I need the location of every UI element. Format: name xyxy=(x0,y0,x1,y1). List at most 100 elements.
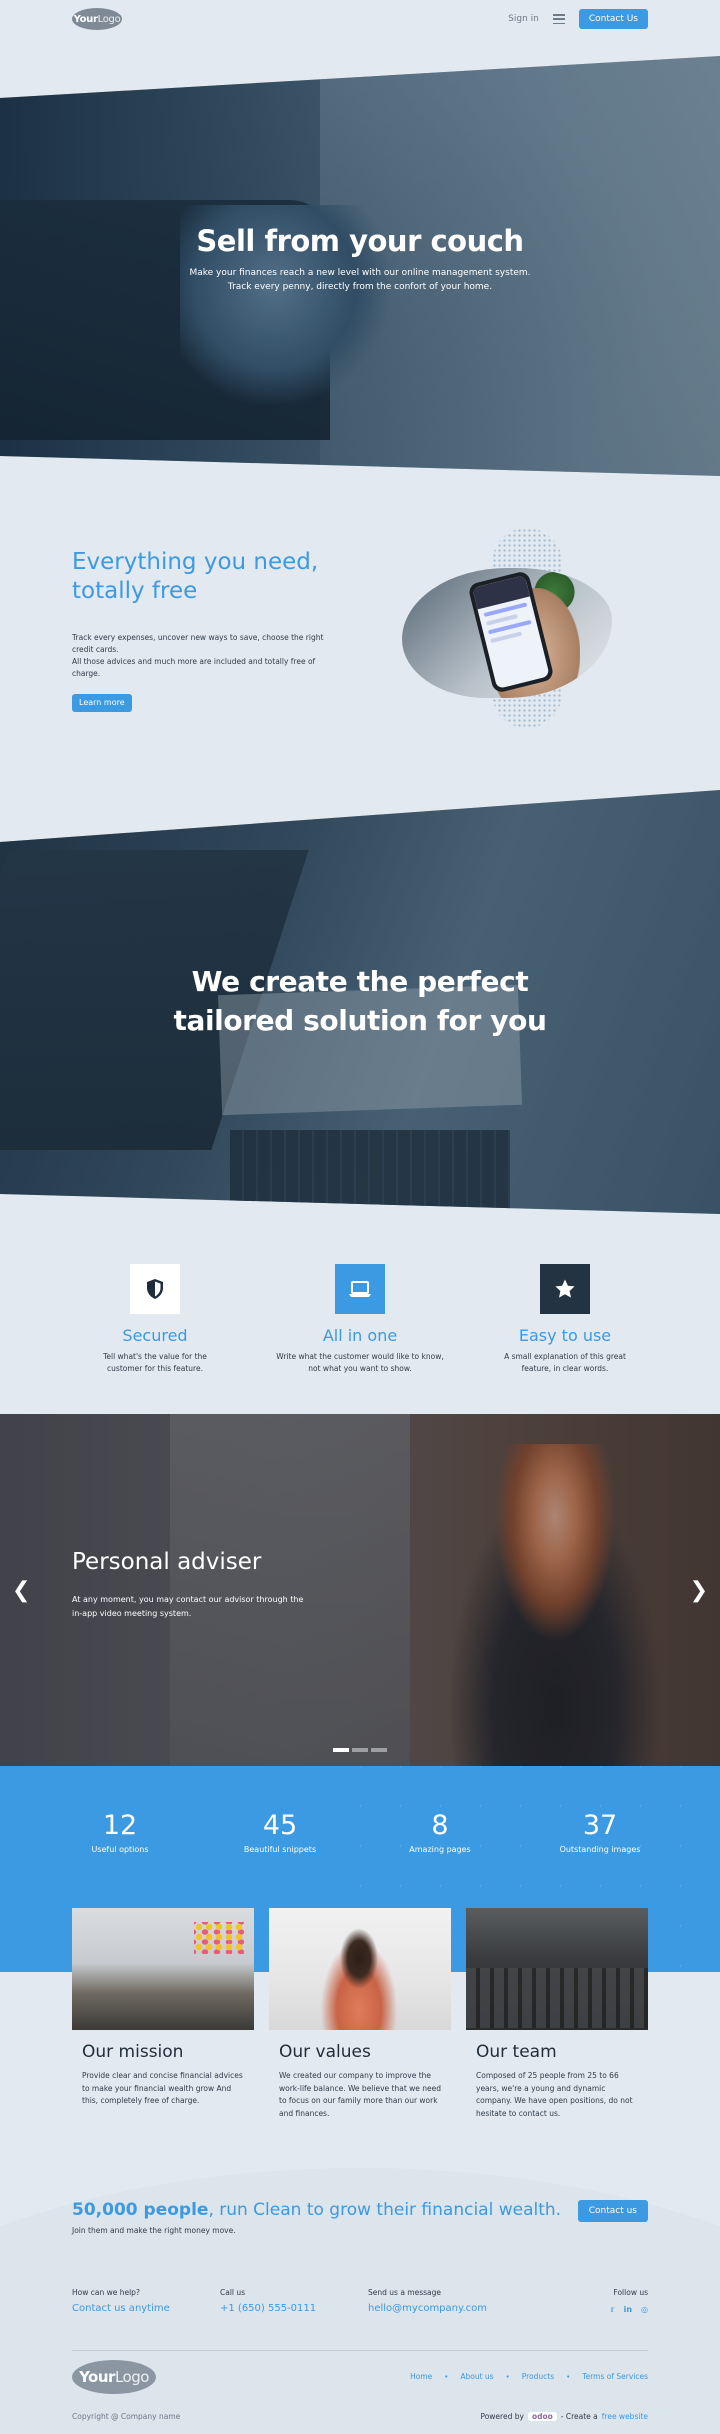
learn-more-button[interactable]: Learn more xyxy=(72,693,132,712)
email-link[interactable]: hello@mycompany.com xyxy=(368,2303,516,2314)
footer-link-terms[interactable]: Terms of Services xyxy=(582,2372,648,2381)
card-image xyxy=(72,1908,254,2030)
everything-body-line2: All those advices and much more are incl… xyxy=(72,657,316,678)
nav-separator: • xyxy=(566,2372,571,2381)
powered-by: Powered by odoo - Create a free website xyxy=(480,2412,648,2421)
follow-us: Follow us 𝕣 in ◎ xyxy=(610,2288,648,2314)
feature-desc-line2: feature, in clear words. xyxy=(521,1364,609,1373)
card-mission: Our mission Provide clear and concise fi… xyxy=(72,1908,254,2120)
hero-title: Sell from your couch xyxy=(196,224,524,258)
nav-separator: • xyxy=(444,2372,449,2381)
cta-contact-button[interactable]: Contact us xyxy=(577,2200,648,2222)
header-actions: Sign in Contact Us xyxy=(508,9,648,29)
phone-link[interactable]: +1 (650) 555-0111 xyxy=(220,2303,368,2314)
feature-desc-line2: not what you want to show. xyxy=(308,1364,412,1373)
footer-link-products[interactable]: Products xyxy=(522,2372,554,2381)
contact-label: Send us a message xyxy=(368,2288,442,2297)
card-team: Our team Composed of 25 people from 25 t… xyxy=(466,1908,648,2120)
stat-label: Beautiful snippets xyxy=(243,1845,317,1854)
logo-text-bold: Your xyxy=(73,13,98,25)
card-body: Our team Composed of 25 people from 25 t… xyxy=(466,2030,648,2120)
feature-secured: Secured Tell what's the value for the cu… xyxy=(60,1264,250,1375)
feature-desc-line2: customer for this feature. xyxy=(107,1364,203,1373)
feature-desc: A small explanation of this great featur… xyxy=(470,1351,660,1375)
card-title: Our team xyxy=(476,2042,557,2062)
cta-title: 50,000 people, run Clean to grow their f… xyxy=(72,2200,648,2220)
feature-title: Easy to use xyxy=(518,1326,612,1345)
stat-label: Useful options xyxy=(91,1845,149,1854)
nav-separator: • xyxy=(505,2372,510,2381)
contact-message: Send us a message hello@mycompany.com xyxy=(368,2288,516,2314)
carousel-next-icon[interactable]: ❯ xyxy=(690,1578,708,1603)
adviser-title: Personal adviser xyxy=(72,1549,262,1575)
contact-label: Call us xyxy=(220,2288,246,2297)
everything-title-line1: Everything you need, xyxy=(72,549,319,575)
carousel-indicator-1[interactable] xyxy=(333,1748,349,1752)
stat-number: 45 xyxy=(262,1810,298,1841)
card-title: Our values xyxy=(279,2042,371,2062)
footer-logo-light: Logo xyxy=(114,2368,149,2386)
stat-number: 8 xyxy=(431,1810,449,1841)
adviser-desc-line1: At any moment, you may contact our advis… xyxy=(72,1595,304,1604)
social-links: 𝕣 in ◎ xyxy=(610,2305,648,2314)
footer-link-about[interactable]: About us xyxy=(460,2372,493,2381)
contact-anytime-link[interactable]: Contact us anytime xyxy=(72,2303,220,2314)
footer-logo-bold: Your xyxy=(79,2368,115,2386)
odoo-logo[interactable]: odoo xyxy=(527,2412,557,2421)
free-website-link[interactable]: free website xyxy=(602,2412,648,2421)
feature-desc: Tell what's the value for the customer f… xyxy=(60,1351,250,1375)
hero-subtitle-line2: Track every penny, directly from the con… xyxy=(227,282,493,292)
carousel-indicator-2[interactable] xyxy=(352,1748,368,1752)
contact-help: How can we help? Contact us anytime xyxy=(72,2288,220,2314)
header: Your Logo Sign in Contact Us xyxy=(0,0,720,38)
stats-row: 12 Useful options 45 Beautiful snippets … xyxy=(0,1810,720,1854)
card-title: Our mission xyxy=(82,2042,184,2062)
copyright: Copyright @ Company name xyxy=(72,2412,181,2421)
contact-label: How can we help? xyxy=(72,2288,140,2297)
menu-icon[interactable] xyxy=(552,14,565,24)
everything-section: Everything you need, totally free Track … xyxy=(72,548,332,712)
page: Sell from your couch Make your finances … xyxy=(0,0,720,2434)
stat-item: 45 Beautiful snippets xyxy=(210,1810,350,1854)
header-contact-button[interactable]: Contact Us xyxy=(578,9,648,29)
contact-call: Call us +1 (650) 555-0111 xyxy=(220,2288,368,2314)
footer-logo[interactable]: Your Logo xyxy=(72,2360,156,2394)
feature-desc-line1: Tell what's the value for the xyxy=(103,1352,207,1361)
cta-title-rest: , run Clean to grow their financial weal… xyxy=(208,2200,562,2220)
stat-number: 12 xyxy=(102,1810,138,1841)
card-text: Provide clear and concise financial advi… xyxy=(82,2071,243,2105)
everything-body: Track every expenses, uncover new ways t… xyxy=(72,632,332,680)
phone-app-image xyxy=(402,528,612,728)
card-values: Our values We created our company to imp… xyxy=(269,1908,451,2120)
everything-body-line1: Track every expenses, uncover new ways t… xyxy=(72,633,324,654)
powered-middle: - Create a xyxy=(560,2412,598,2421)
carousel-indicator-3[interactable] xyxy=(371,1748,387,1752)
tailored-title-line1: We create the perfect xyxy=(191,965,529,998)
linkedin-icon[interactable]: in xyxy=(624,2305,632,2314)
cta-subtitle: Join them and make the right money move. xyxy=(72,2226,236,2235)
shield-icon xyxy=(130,1264,180,1314)
signin-link[interactable]: Sign in xyxy=(508,14,539,24)
instagram-icon[interactable]: ◎ xyxy=(641,2305,648,2314)
carousel-prev-icon[interactable]: ❮ xyxy=(12,1578,30,1603)
features-section: Secured Tell what's the value for the cu… xyxy=(0,1264,720,1375)
star-icon xyxy=(540,1264,590,1314)
powered-prefix: Powered by xyxy=(480,2412,524,2421)
stat-item: 37 Outstanding images xyxy=(530,1810,670,1854)
header-logo[interactable]: Your Logo xyxy=(72,8,122,30)
feature-title: Secured xyxy=(122,1326,188,1345)
feature-desc-line1: A small explanation of this great xyxy=(504,1352,626,1361)
hero-text: Sell from your couch Make your finances … xyxy=(0,224,720,294)
tailored-title-line2: tailored solution for you xyxy=(173,1004,547,1037)
footer-link-home[interactable]: Home xyxy=(410,2372,432,2381)
twitter-icon[interactable]: 𝕣 xyxy=(610,2305,614,2314)
feature-all-in-one: All in one Write what the customer would… xyxy=(265,1264,455,1375)
everything-title-line2: totally free xyxy=(72,578,198,604)
feature-title: All in one xyxy=(322,1326,398,1345)
card-body: Our values We created our company to imp… xyxy=(269,2030,451,2120)
contacts-row: How can we help? Contact us anytime Call… xyxy=(72,2288,648,2314)
adviser-desc-line2: in-app video meeting system. xyxy=(72,1609,192,1618)
feature-desc: Write what the customer would like to kn… xyxy=(265,1351,455,1375)
footer-divider xyxy=(72,2350,648,2351)
follow-label: Follow us xyxy=(613,2288,648,2297)
